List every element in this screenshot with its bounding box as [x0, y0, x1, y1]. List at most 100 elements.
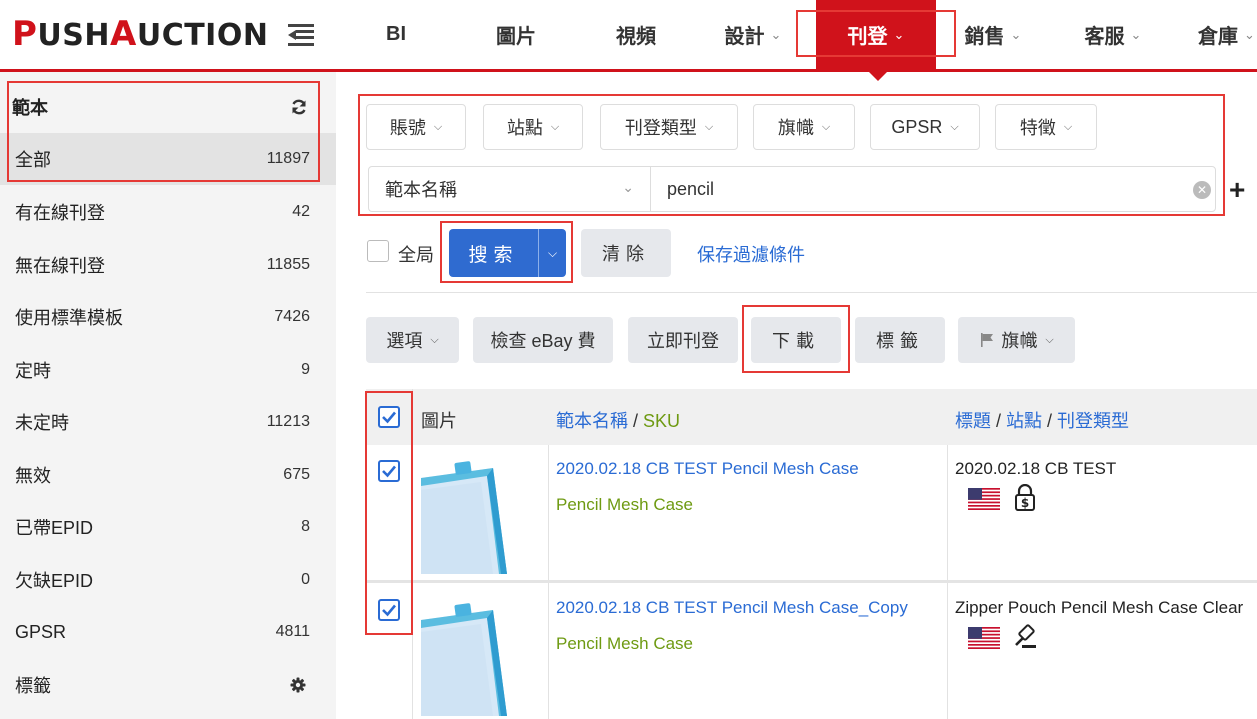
- sort-by-site-link[interactable]: 站點: [1006, 411, 1042, 431]
- gpsr-filter-button[interactable]: GPSR ⌵: [870, 104, 980, 150]
- nav-support-label: 客服: [1084, 26, 1125, 48]
- select-all-checkbox[interactable]: [378, 406, 400, 428]
- refresh-icon[interactable]: [290, 98, 308, 116]
- site-filter-button[interactable]: 站點 ⌵: [483, 104, 583, 150]
- row-checkbox[interactable]: [378, 599, 400, 621]
- nav-listing[interactable]: 刊登 ⌄: [816, 0, 936, 69]
- checkmark-icon: [382, 465, 396, 478]
- sidebar-item-with-epid[interactable]: 已帶EPID 8: [0, 501, 336, 553]
- sort-by-title-link[interactable]: 標題: [955, 411, 991, 431]
- search-field-label: 範本名稱: [385, 180, 457, 200]
- chevron-down-icon: ⌄: [770, 26, 782, 42]
- divider: [366, 292, 1257, 293]
- clear-button-label: 清除: [602, 244, 650, 264]
- filter-label: 站點: [506, 118, 543, 138]
- checkmark-icon: [382, 604, 396, 617]
- nav-bi[interactable]: BI: [370, 0, 422, 69]
- header-separator: /: [628, 411, 644, 431]
- menu-collapse-icon[interactable]: [288, 24, 314, 46]
- nav-design[interactable]: 設計 ⌄: [718, 0, 788, 69]
- nav-images[interactable]: 圖片: [486, 0, 546, 69]
- flag-button[interactable]: 旗幟 ⌵: [958, 317, 1075, 363]
- header-separator: /: [991, 411, 1007, 431]
- sidebar-item-tags[interactable]: 標籤: [0, 659, 336, 711]
- sidebar-item-label: 有在線刊登: [15, 203, 105, 223]
- sidebar-item-count: 9: [301, 361, 310, 378]
- nav-warehouse-label: 倉庫: [1198, 26, 1238, 48]
- brand-logo[interactable]: PUSHAUCTION: [12, 14, 268, 54]
- auction-icon: [1015, 624, 1036, 648]
- product-thumbnail[interactable]: [421, 450, 531, 574]
- sidebar-item-label: 標籤: [15, 676, 51, 696]
- sort-by-name-link[interactable]: 範本名稱: [556, 411, 628, 431]
- sidebar-item-label: 已帶EPID: [15, 518, 94, 538]
- search-field-select[interactable]: 範本名稱 ⌄: [369, 167, 651, 211]
- sidebar-item-label: 使用標準模板: [15, 308, 123, 328]
- column-divider: [412, 389, 413, 719]
- sidebar-item-unscheduled[interactable]: 未定時 11213: [0, 396, 336, 448]
- sort-by-type-link[interactable]: 刊登類型: [1057, 411, 1129, 431]
- template-sku: Pencil Mesh Case: [556, 634, 694, 653]
- logo-p: P: [12, 14, 38, 54]
- search-button-label: 搜索: [468, 244, 519, 266]
- sidebar-item-gpsr[interactable]: GPSR 4811: [0, 606, 336, 658]
- nav-design-label: 設計: [724, 26, 765, 48]
- options-label: 選項: [386, 331, 423, 351]
- row-checkbox[interactable]: [378, 460, 400, 482]
- filter-label: 刊登類型: [624, 118, 697, 138]
- sidebar-item-scheduled[interactable]: 定時 9: [0, 344, 336, 396]
- account-filter-button[interactable]: 賬號 ⌵: [366, 104, 466, 150]
- template-name-link[interactable]: 2020.02.18 CB TEST Pencil Mesh Case_Copy: [556, 598, 908, 618]
- sidebar-item-online[interactable]: 有在線刊登 42: [0, 186, 336, 238]
- check-ebay-fee-button[interactable]: 檢查 eBay 費: [473, 317, 613, 363]
- sidebar-item-standard-template[interactable]: 使用標準模板 7426: [0, 291, 336, 343]
- active-nav-pointer: [866, 69, 890, 81]
- product-thumbnail[interactable]: [421, 592, 531, 716]
- publish-now-button[interactable]: 立即刊登: [628, 317, 738, 363]
- options-button[interactable]: 選項 ⌵: [366, 317, 459, 363]
- sidebar-item-label: 無效: [15, 466, 51, 486]
- sidebar-item-label: GPSR: [15, 621, 67, 642]
- top-header: PUSHAUCTION BI 圖片 視頻 設計 ⌄ 刊登 ⌄ 銷售 ⌄ 客服 ⌄ 倉庫 ⌄: [0, 0, 1257, 72]
- add-filter-icon[interactable]: +: [1229, 176, 1245, 204]
- tag-label: 標籤: [876, 331, 924, 351]
- flag-filter-button[interactable]: 旗幟 ⌵: [753, 104, 855, 150]
- feature-filter-button[interactable]: 特徵 ⌵: [995, 104, 1097, 150]
- nav-warehouse[interactable]: 倉庫 ⌄: [1198, 0, 1257, 69]
- search-button[interactable]: 搜索 ⌵: [449, 229, 566, 277]
- sidebar-item-count: 7426: [274, 308, 310, 325]
- chevron-down-icon: ⌵: [821, 120, 831, 133]
- chevron-down-icon: ⌄: [1130, 26, 1142, 42]
- download-button[interactable]: 下載: [751, 317, 841, 363]
- search-dropdown-toggle[interactable]: ⌵: [539, 229, 566, 277]
- chevron-down-icon: ⌵: [433, 120, 443, 133]
- listing-type-filter-button[interactable]: 刊登類型 ⌵: [600, 104, 738, 150]
- clear-button[interactable]: 清除: [581, 229, 671, 277]
- search-input[interactable]: [667, 167, 1177, 211]
- nav-videos[interactable]: 視頻: [606, 0, 666, 69]
- chevron-down-icon: ⌵: [1063, 120, 1073, 133]
- sidebar-item-invalid[interactable]: 無效 675: [0, 449, 336, 501]
- global-checkbox[interactable]: [367, 240, 389, 262]
- logo-uction: UCTION: [136, 18, 269, 53]
- clear-input-icon[interactable]: ✕: [1193, 181, 1211, 199]
- filter-label: 賬號: [389, 118, 426, 138]
- save-filter-link[interactable]: 保存過濾條件: [697, 241, 805, 267]
- nav-sales[interactable]: 銷售 ⌄: [958, 0, 1028, 69]
- header-image: 圖片: [421, 411, 457, 431]
- sort-by-sku-link[interactable]: SKU: [643, 411, 680, 431]
- tag-button[interactable]: 標籤: [855, 317, 945, 363]
- listing-title: Zipper Pouch Pencil Mesh Case Clear: [955, 598, 1244, 617]
- gear-icon[interactable]: [290, 677, 306, 693]
- header-name-sku: 範本名稱 / SKU: [556, 407, 680, 433]
- chevron-down-icon: ⌵: [1045, 333, 1054, 346]
- header-title-site-type: 標題 / 站點 / 刊登類型: [955, 407, 1129, 433]
- chevron-down-icon: ⌵: [547, 245, 558, 260]
- sidebar-item-count: 675: [283, 466, 310, 483]
- sidebar-item-all[interactable]: 全部 11897: [0, 133, 336, 185]
- nav-support[interactable]: 客服 ⌄: [1078, 0, 1148, 69]
- sidebar-item-missing-epid[interactable]: 欠缺EPID 0: [0, 554, 336, 606]
- sidebar-item-offline[interactable]: 無在線刊登 11855: [0, 239, 336, 291]
- template-name-link[interactable]: 2020.02.18 CB TEST Pencil Mesh Case: [556, 459, 859, 479]
- chevron-down-icon: ⌄: [1010, 26, 1022, 42]
